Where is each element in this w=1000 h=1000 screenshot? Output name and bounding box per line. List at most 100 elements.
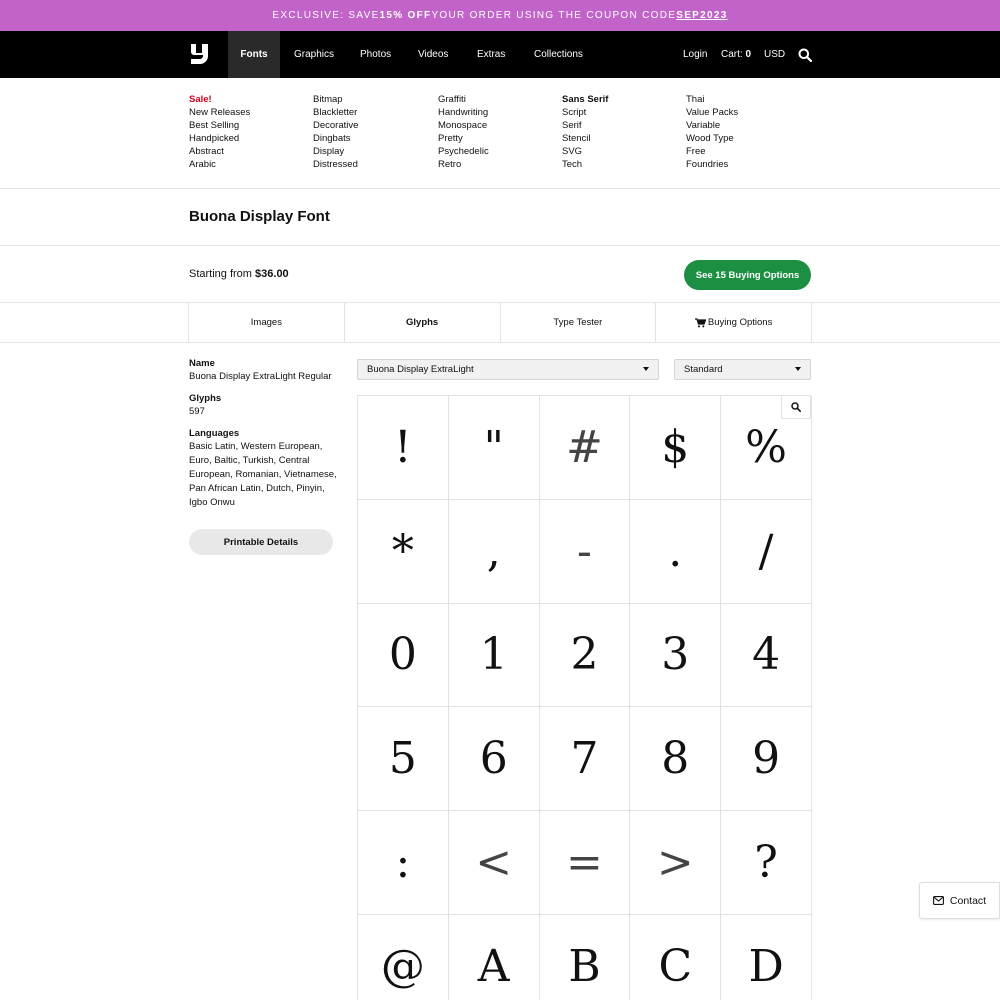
style-select[interactable]: Buona Display ExtraLight xyxy=(357,359,659,380)
menu-item[interactable]: Value Packs xyxy=(686,106,738,119)
glyph-cell[interactable]: = xyxy=(539,811,631,915)
glyph-cell[interactable]: 5 xyxy=(358,707,449,812)
currency-label[interactable]: USD xyxy=(764,49,785,60)
menu-item[interactable]: Arabic xyxy=(189,158,250,171)
nav-graphics-label[interactable]: Graphics xyxy=(294,49,334,60)
printable-details-button[interactable]: Printable Details xyxy=(189,529,333,555)
tab-type-tester[interactable]: Type Tester xyxy=(501,302,657,343)
tab-type-tester-label[interactable]: Type Tester xyxy=(553,317,602,328)
currency-selector[interactable]: USD xyxy=(764,31,785,78)
cart-count[interactable]: 0 xyxy=(745,49,751,60)
glyph-cell[interactable]: B xyxy=(540,914,631,1000)
nav-fonts[interactable]: Fonts xyxy=(228,31,280,78)
glyph-cell[interactable]: 8 xyxy=(630,707,722,812)
glyph-cell[interactable]: 7 xyxy=(539,707,631,812)
menu-item[interactable]: Best Selling xyxy=(189,119,250,132)
nav-videos[interactable]: Videos xyxy=(418,31,448,78)
tab-glyphs[interactable]: Glyphs xyxy=(345,302,501,343)
tab-images[interactable]: Images xyxy=(189,302,345,343)
menu-item[interactable]: Thai xyxy=(686,93,738,106)
glyph-cell[interactable]: - xyxy=(539,499,631,604)
nav-extras-label[interactable]: Extras xyxy=(477,49,505,60)
menu-item[interactable]: Abstract xyxy=(189,145,250,158)
menu-item-active[interactable]: Sans Serif xyxy=(562,93,608,106)
brand-logo-icon[interactable] xyxy=(189,43,211,65)
tab-buying-options[interactable]: Buying Options xyxy=(656,302,811,343)
glyph-cell[interactable]: $ xyxy=(630,396,722,500)
nav-videos-label[interactable]: Videos xyxy=(418,49,448,60)
menu-item[interactable]: Wood Type xyxy=(686,132,738,145)
nav-photos[interactable]: Photos xyxy=(360,31,391,78)
menu-item[interactable]: Script xyxy=(562,106,608,119)
glyph-cell[interactable]: 6 xyxy=(448,707,540,812)
login-label[interactable]: Login xyxy=(683,49,707,60)
nav-graphics[interactable]: Graphics xyxy=(294,31,334,78)
glyph-cell[interactable]: D xyxy=(721,914,812,1000)
menu-item[interactable]: Pretty xyxy=(438,132,489,145)
nav-photos-label[interactable]: Photos xyxy=(360,49,391,60)
glyph-cell[interactable]: A xyxy=(449,914,540,1000)
glyph-cell[interactable]: 1 xyxy=(448,603,540,708)
glyph-cell[interactable]: * xyxy=(358,499,449,604)
menu-item[interactable]: Monospace xyxy=(438,119,489,132)
zoom-glyph-button[interactable] xyxy=(781,395,811,419)
glyph-set-select[interactable]: Standard xyxy=(674,359,811,380)
glyph-cell[interactable]: < xyxy=(448,811,540,915)
glyph-cell[interactable]: " xyxy=(448,396,540,500)
contact-button[interactable]: Contact xyxy=(919,882,1000,919)
glyph-cell[interactable]: > xyxy=(630,811,722,915)
glyph-cell[interactable]: 2 xyxy=(539,603,631,708)
menu-item[interactable]: Free xyxy=(686,145,738,158)
menu-item[interactable]: Tech xyxy=(562,158,608,171)
tab-buying-options-label[interactable]: Buying Options xyxy=(708,317,772,328)
glyph-cell[interactable]: 9 xyxy=(721,707,812,812)
glyph-cell[interactable]: . xyxy=(630,499,722,604)
glyph-cell[interactable]: 4 xyxy=(721,603,812,708)
nav-extras[interactable]: Extras xyxy=(477,31,505,78)
cart-label[interactable]: Cart: xyxy=(721,49,743,60)
glyph-cell[interactable]: ? xyxy=(721,811,812,915)
page-title: Buona Display Font xyxy=(189,208,330,225)
glyph-cell[interactable]: : xyxy=(358,811,449,915)
style-select-value[interactable]: Buona Display ExtraLight xyxy=(367,364,474,375)
glyph-cell[interactable]: ! xyxy=(358,396,449,500)
contact-label[interactable]: Contact xyxy=(950,895,986,907)
menu-item[interactable]: Retro xyxy=(438,158,489,171)
menu-item[interactable]: Foundries xyxy=(686,158,738,171)
login-link[interactable]: Login xyxy=(683,31,707,78)
menu-item[interactable]: Dingbats xyxy=(313,132,358,145)
menu-item[interactable]: New Releases xyxy=(189,106,250,119)
menu-item[interactable]: Handwriting xyxy=(438,106,489,119)
nav-collections-label[interactable]: Collections xyxy=(534,49,583,60)
promo-code[interactable]: SEP2023 xyxy=(676,10,727,21)
glyph-cell[interactable]: @ xyxy=(358,914,449,1000)
menu-item[interactable]: Blackletter xyxy=(313,106,358,119)
glyph-cell[interactable]: / xyxy=(721,499,812,604)
menu-item[interactable]: Display xyxy=(313,145,358,158)
menu-item[interactable]: Distressed xyxy=(313,158,358,171)
tab-glyphs-label[interactable]: Glyphs xyxy=(406,317,438,328)
menu-item[interactable]: Psychedelic xyxy=(438,145,489,158)
glyph-cell[interactable]: 3 xyxy=(630,603,722,708)
menu-item[interactable]: Stencil xyxy=(562,132,608,145)
nav-collections[interactable]: Collections xyxy=(534,31,583,78)
menu-item[interactable]: Serif xyxy=(562,119,608,132)
tab-images-label[interactable]: Images xyxy=(251,317,282,328)
menu-item[interactable]: Decorative xyxy=(313,119,358,132)
magnifier-icon xyxy=(791,402,801,412)
menu-item[interactable]: Graffiti xyxy=(438,93,489,106)
menu-item[interactable]: SVG xyxy=(562,145,608,158)
see-buying-options-button[interactable]: See 15 Buying Options xyxy=(684,260,811,290)
nav-fonts-label[interactable]: Fonts xyxy=(240,49,267,60)
menu-item-sale[interactable]: Sale! xyxy=(189,93,250,106)
cart-link[interactable]: Cart: 0 xyxy=(721,31,751,78)
glyph-cell[interactable]: , xyxy=(448,499,540,604)
menu-item[interactable]: Handpicked xyxy=(189,132,250,145)
menu-item[interactable]: Variable xyxy=(686,119,738,132)
glyph-cell[interactable]: 0 xyxy=(358,603,449,708)
menu-item[interactable]: Bitmap xyxy=(313,93,358,106)
glyph-set-select-value[interactable]: Standard xyxy=(684,364,723,375)
search-icon[interactable] xyxy=(798,48,812,62)
glyph-cell[interactable]: C xyxy=(630,914,722,1000)
glyph-cell[interactable]: # xyxy=(539,396,631,500)
